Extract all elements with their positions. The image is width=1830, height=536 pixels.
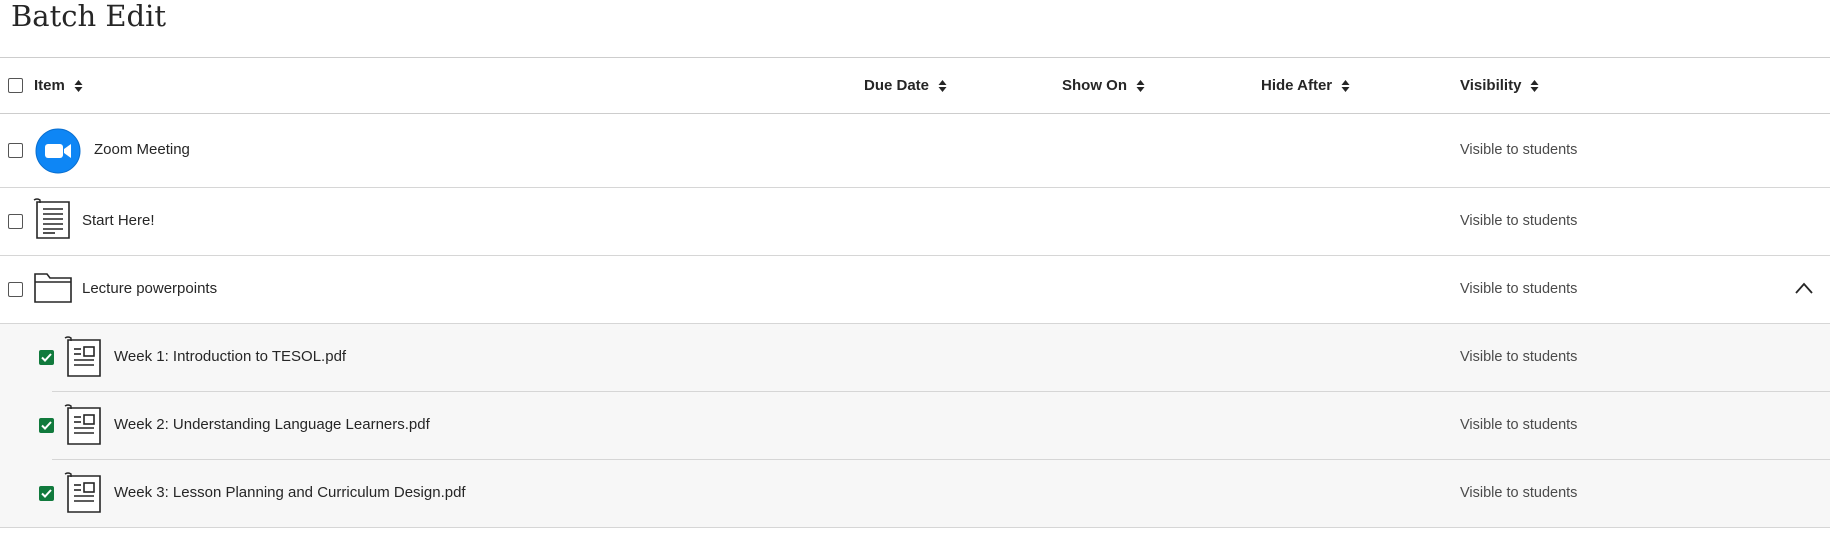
- item-name[interactable]: Zoom Meeting: [94, 141, 190, 158]
- column-header-item[interactable]: Item: [34, 58, 83, 113]
- column-header-due-date[interactable]: Due Date: [864, 58, 947, 113]
- visibility-value[interactable]: Visible to students: [1460, 417, 1577, 433]
- row-checkbox-checked[interactable]: [39, 350, 54, 365]
- table-row: Week 3: Lesson Planning and Curriculum D…: [0, 460, 1830, 528]
- visibility-value[interactable]: Visible to students: [1460, 142, 1577, 158]
- column-label-due-date: Due Date: [864, 77, 930, 94]
- file-icon: [64, 336, 101, 377]
- sort-icon: [1341, 79, 1350, 92]
- checkmark-icon: [41, 489, 52, 498]
- row-checkbox-checked[interactable]: [39, 418, 54, 433]
- item-name[interactable]: Week 1: Introduction to TESOL.pdf: [114, 348, 346, 365]
- folder-icon: [34, 273, 72, 303]
- column-label-visibility: Visibility: [1460, 77, 1522, 94]
- column-label-hide-after: Hide After: [1261, 77, 1333, 94]
- column-label-item: Item: [34, 77, 65, 94]
- file-icon: [64, 472, 101, 513]
- column-header-show-on[interactable]: Show On: [1062, 58, 1145, 113]
- visibility-value[interactable]: Visible to students: [1460, 485, 1577, 501]
- table-row: Week 2: Understanding Language Learners.…: [0, 392, 1830, 460]
- row-checkbox[interactable]: [8, 282, 23, 297]
- table-header: Item Due Date Show On Hide After Visibil…: [0, 57, 1830, 114]
- document-icon: [33, 198, 70, 239]
- sort-icon: [1530, 79, 1539, 92]
- row-checkbox-checked[interactable]: [39, 486, 54, 501]
- chevron-up-icon[interactable]: [1795, 282, 1813, 294]
- row-checkbox[interactable]: [8, 214, 23, 229]
- row-checkbox[interactable]: [8, 143, 23, 158]
- zoom-icon: [35, 128, 81, 174]
- column-header-visibility[interactable]: Visibility: [1460, 58, 1539, 113]
- page-title: Batch Edit: [11, 0, 167, 33]
- column-header-hide-after[interactable]: Hide After: [1261, 58, 1350, 113]
- visibility-value[interactable]: Visible to students: [1460, 281, 1577, 297]
- visibility-value[interactable]: Visible to students: [1460, 349, 1577, 365]
- checkmark-icon: [41, 353, 52, 362]
- table-row: Lecture powerpoints Visible to students: [0, 256, 1830, 324]
- column-label-show-on: Show On: [1062, 77, 1127, 94]
- table-row: Week 1: Introduction to TESOL.pdf Visibl…: [0, 324, 1830, 392]
- file-icon: [64, 404, 101, 445]
- table-row: Start Here! Visible to students: [0, 188, 1830, 256]
- item-name[interactable]: Start Here!: [82, 212, 155, 229]
- sort-icon: [1136, 79, 1145, 92]
- sort-icon: [74, 79, 83, 92]
- sort-icon: [938, 79, 947, 92]
- item-name[interactable]: Lecture powerpoints: [82, 280, 217, 297]
- table-row: Zoom Meeting Visible to students: [0, 114, 1830, 188]
- item-name[interactable]: Week 2: Understanding Language Learners.…: [114, 416, 430, 433]
- visibility-value[interactable]: Visible to students: [1460, 213, 1577, 229]
- batch-edit-table: Item Due Date Show On Hide After Visibil…: [0, 57, 1830, 528]
- item-name[interactable]: Week 3: Lesson Planning and Curriculum D…: [114, 484, 466, 501]
- select-all-checkbox[interactable]: [8, 78, 23, 93]
- checkmark-icon: [41, 421, 52, 430]
